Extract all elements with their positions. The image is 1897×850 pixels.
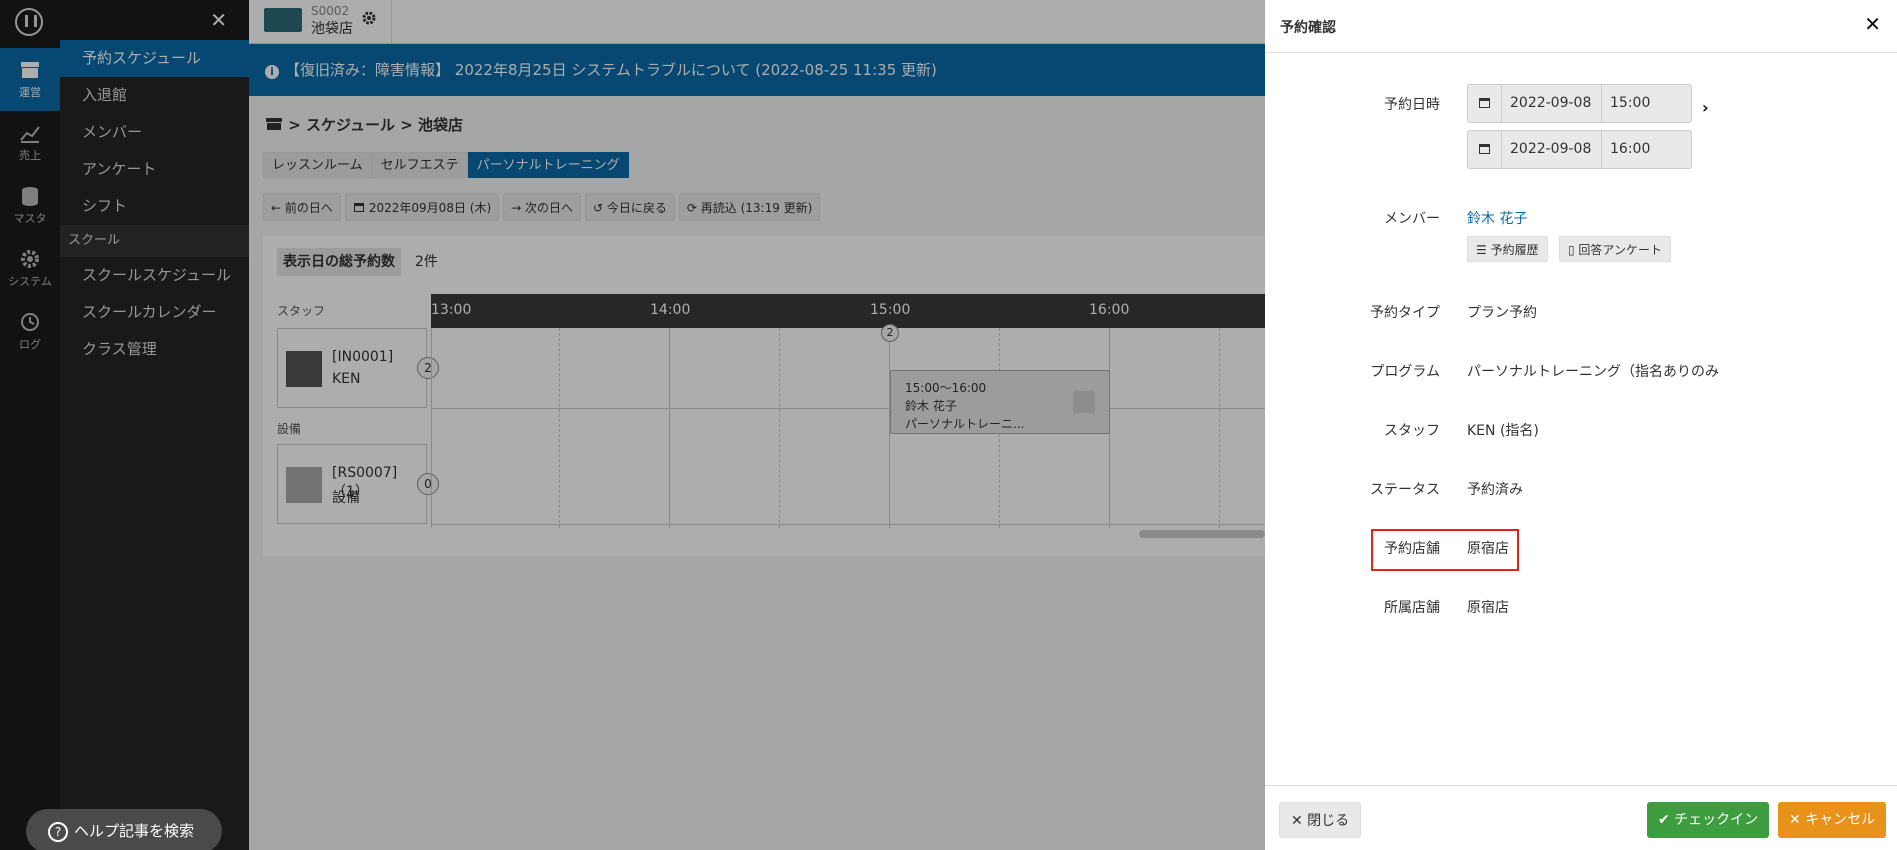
- start-datetime-input[interactable]: 2022-09-08 15:00: [1467, 84, 1692, 123]
- help-label: ヘルプ記事を検索: [74, 822, 195, 840]
- survey-answers-button[interactable]: ▯ 回答アンケート: [1559, 236, 1671, 262]
- member-link[interactable]: 鈴木 花子: [1467, 208, 1527, 228]
- cancel-button[interactable]: ✕ キャンセル: [1778, 802, 1887, 838]
- staff-label: スタッフ: [1384, 423, 1440, 439]
- history-label: 予約履歴: [1490, 243, 1539, 257]
- reservation-modal: 予約確認 ✕ 予約日時 2022-09-08 15:00 › 2022-09-0…: [1265, 0, 1897, 850]
- staff-value: KEN (指名): [1467, 423, 1539, 439]
- close-button[interactable]: ✕ 閉じる: [1279, 802, 1362, 838]
- end-time[interactable]: 16:00: [1602, 131, 1691, 168]
- home-store-value: 原宿店: [1467, 600, 1509, 616]
- end-datetime-input[interactable]: 2022-09-08 16:00: [1467, 130, 1692, 169]
- status-label: ステータス: [1370, 482, 1440, 498]
- modal-footer: ✕ 閉じる ✔ チェックイン ✕ キャンセル: [1265, 785, 1897, 850]
- type-value: プラン予約: [1467, 305, 1537, 321]
- chevron-right-icon[interactable]: ›: [1702, 98, 1709, 117]
- modal-backdrop[interactable]: [0, 0, 1265, 850]
- survey-label: 回答アンケート: [1578, 243, 1662, 257]
- calendar-icon: [1468, 85, 1502, 122]
- question-icon: ?: [48, 821, 68, 842]
- list-icon: ☰: [1476, 243, 1491, 257]
- checkin-button[interactable]: ✔ チェックイン: [1647, 802, 1770, 838]
- start-date[interactable]: 2022-09-08: [1502, 85, 1602, 122]
- modal-header: 予約確認 ✕: [1265, 0, 1897, 53]
- start-time[interactable]: 15:00: [1602, 85, 1691, 122]
- program-value: パーソナルトレーニング（指名ありのみ: [1467, 364, 1719, 380]
- program-label: プログラム: [1370, 364, 1440, 380]
- highlight-box: [1371, 529, 1519, 571]
- datetime-label: 予約日時: [1384, 97, 1440, 113]
- modal-title: 予約確認: [1280, 20, 1336, 36]
- close-icon[interactable]: ✕: [1864, 12, 1881, 36]
- reservation-history-button[interactable]: ☰ 予約履歴: [1467, 236, 1548, 262]
- status-value: 予約済み: [1467, 482, 1523, 498]
- clipboard-icon: ▯: [1568, 243, 1579, 257]
- calendar-icon: [1468, 131, 1502, 168]
- end-date[interactable]: 2022-09-08: [1502, 131, 1602, 168]
- type-label: 予約タイプ: [1370, 305, 1440, 321]
- help-search-button[interactable]: ? ヘルプ記事を検索: [26, 809, 222, 850]
- home-store-label: 所属店舗: [1384, 600, 1440, 616]
- member-label: メンバー: [1384, 211, 1440, 227]
